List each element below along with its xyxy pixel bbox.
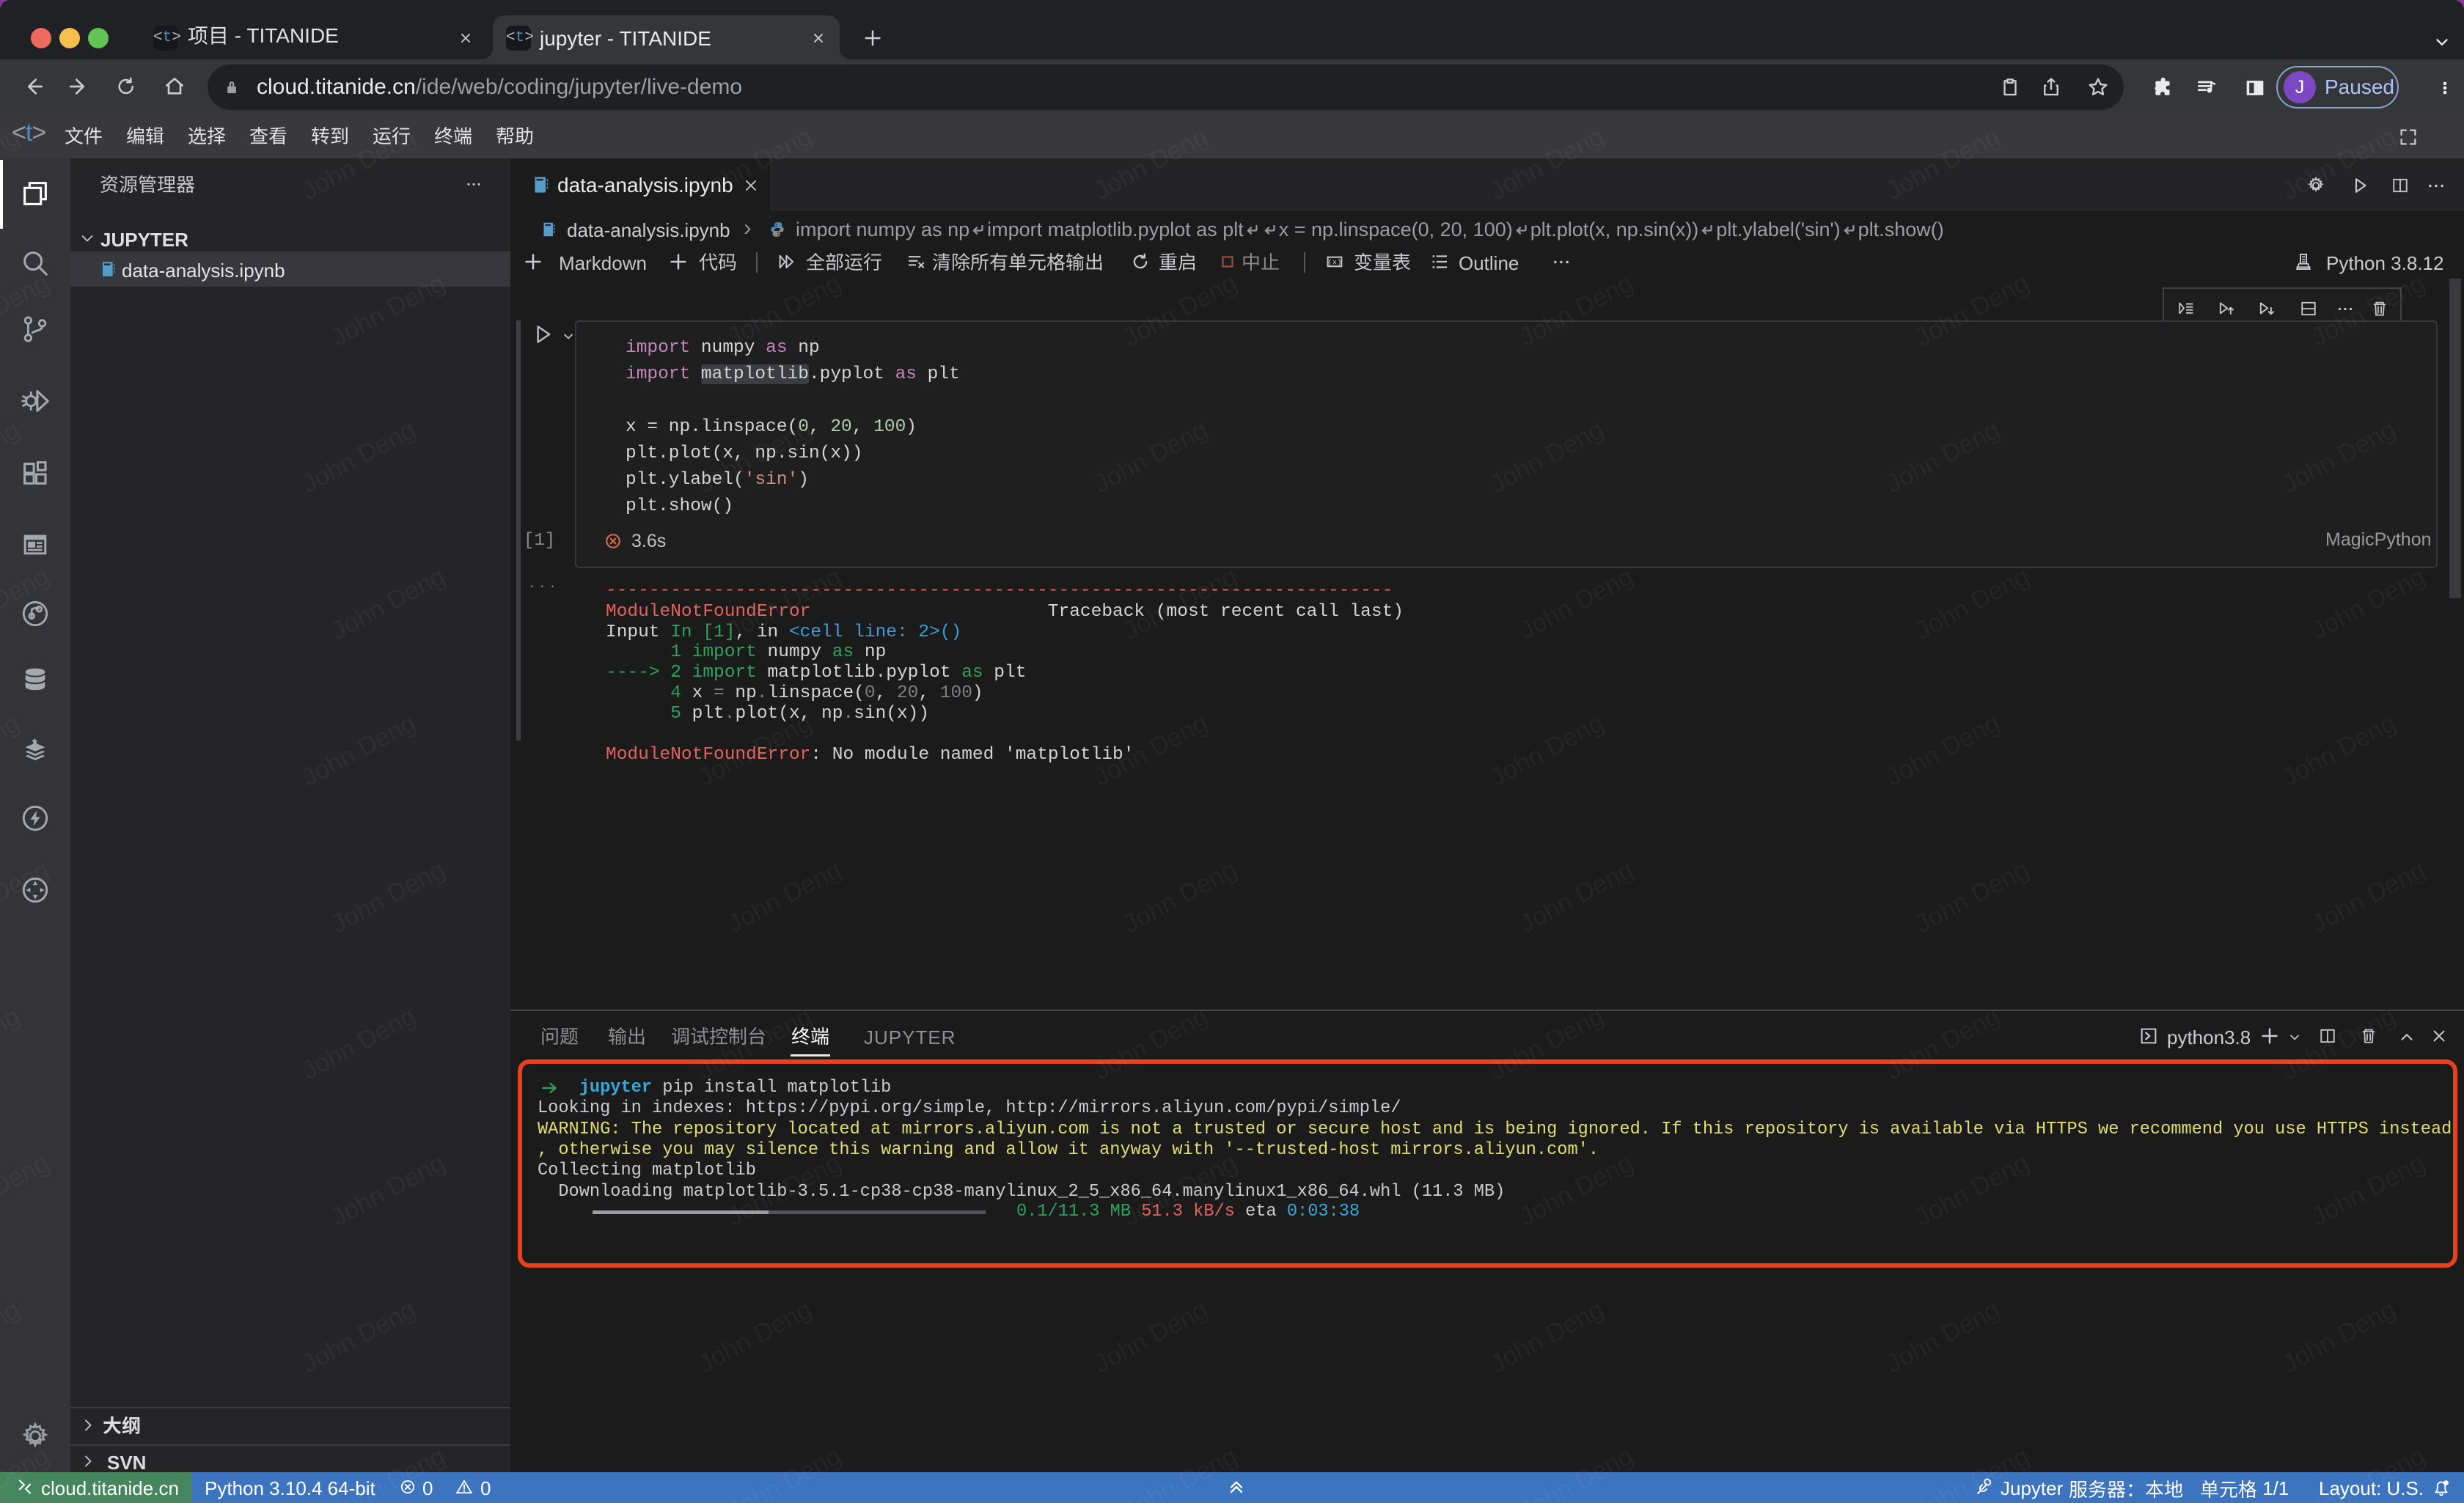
svg-text:John Deng: John Deng xyxy=(1118,855,1242,938)
svg-text:John Deng: John Deng xyxy=(1514,855,1638,938)
svg-text:John Deng: John Deng xyxy=(693,1295,816,1378)
svg-text:John Deng: John Deng xyxy=(1485,1295,1608,1378)
svg-text:John Deng: John Deng xyxy=(1910,855,2034,938)
svg-text:John Deng: John Deng xyxy=(2277,708,2400,792)
svg-text:John Deng: John Deng xyxy=(1910,562,2034,645)
svg-text:John Deng: John Deng xyxy=(1089,1295,1212,1378)
svg-text:(x): (x) xyxy=(1328,259,1342,268)
svg-text:John Deng: John Deng xyxy=(1881,708,2004,792)
svg-text:John Deng: John Deng xyxy=(722,855,846,938)
svg-text:John Deng: John Deng xyxy=(2306,562,2430,645)
svg-text:John Deng: John Deng xyxy=(1485,708,1608,792)
svg-text:John Deng: John Deng xyxy=(2277,1295,2400,1378)
svg-text:John Deng: John Deng xyxy=(1881,1295,2004,1378)
svg-text:John Deng: John Deng xyxy=(1514,562,1638,645)
svg-text:John Deng: John Deng xyxy=(2306,855,2430,938)
